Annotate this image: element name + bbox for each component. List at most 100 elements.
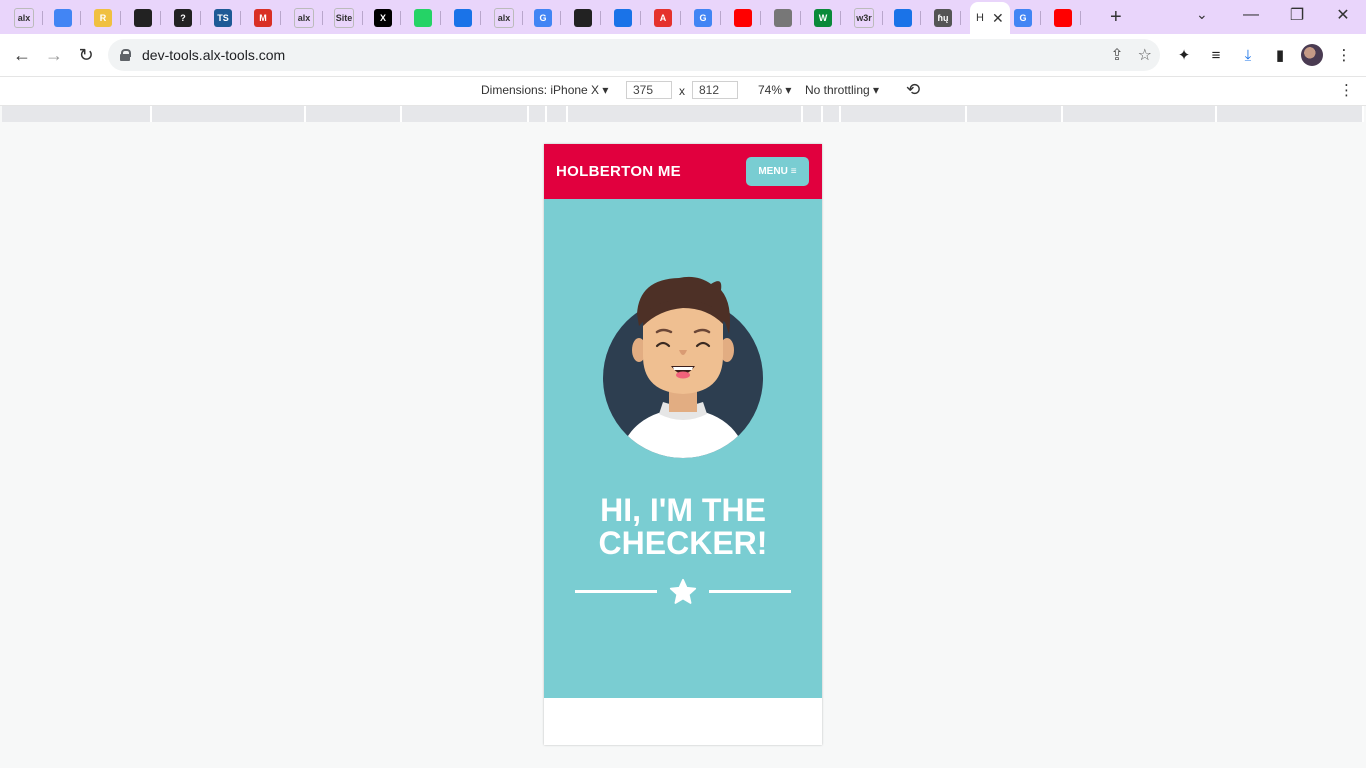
browser-tab[interactable]: W (814, 4, 841, 32)
dimensions-select[interactable]: Dimensions: iPhone X ▾ (481, 83, 608, 97)
browser-menu-icon[interactable]: ⋮ (1333, 44, 1355, 66)
browser-tab[interactable]: G (534, 4, 561, 32)
github-icon (134, 9, 152, 27)
new-tab-icon[interactable]: + (1110, 6, 1122, 29)
tab-separator (120, 11, 121, 25)
tab-separator (560, 11, 561, 25)
tab-separator (1080, 11, 1081, 25)
height-input[interactable]: 812 (692, 81, 738, 99)
minimize-icon[interactable]: — (1228, 0, 1274, 30)
media-query-segment[interactable] (152, 106, 306, 122)
dropdown-arrow-icon: ▾ (785, 83, 792, 97)
close-tab-icon[interactable]: ✕ (992, 10, 1004, 27)
browser-tab[interactable] (54, 4, 81, 32)
browser-tab[interactable]: ? (174, 4, 201, 32)
browser-tab[interactable]: TS (214, 4, 241, 32)
browser-tab[interactable] (574, 4, 601, 32)
more-options-icon[interactable]: ⋮ (1339, 81, 1354, 99)
browser-toolbar: ← → ↻ dev-tools.alx-tools.com ⇪ ☆ ✦ ≡ ⤓ … (0, 34, 1366, 76)
extensions-icon[interactable]: ✦ (1173, 44, 1195, 66)
ts-icon: TS (214, 9, 232, 27)
youtube-icon (1054, 9, 1072, 27)
media-query-segment[interactable] (402, 106, 529, 122)
tab-separator (322, 11, 323, 25)
browser-tab[interactable] (414, 4, 441, 32)
browser-tab[interactable]: G (694, 4, 721, 32)
browser-tab[interactable]: A (654, 4, 681, 32)
browser-tab[interactable] (734, 4, 761, 32)
downloads-icon[interactable]: ⤓ (1237, 44, 1259, 66)
lock-icon[interactable] (120, 49, 131, 61)
address-bar[interactable]: dev-tools.alx-tools.com ⇪ ☆ (108, 39, 1160, 71)
browser-tab[interactable] (614, 4, 641, 32)
browser-tab[interactable] (774, 4, 801, 32)
browser-tab[interactable]: Site (334, 4, 363, 32)
google-icon: G (1014, 9, 1032, 27)
window-controls: — ❐ ✕ (1228, 0, 1366, 34)
media-query-segment[interactable] (1063, 106, 1217, 122)
tab-strip: alx R? TS Malx Site Xalx G A G Ww3r ɦų H ✕ G + ⌄ — ❐ ✕ (0, 0, 1366, 34)
close-window-icon[interactable]: ✕ (1320, 0, 1366, 30)
width-input[interactable]: 375 (626, 81, 672, 99)
browser-tab[interactable]: ɦų (934, 4, 961, 32)
google-icon: G (534, 9, 552, 27)
media-query-segment[interactable] (803, 106, 823, 122)
active-tab[interactable]: H ✕ (970, 2, 1010, 34)
media-control-icon[interactable]: ≡ (1205, 44, 1227, 66)
browser-tab[interactable] (454, 4, 481, 32)
browser-tab[interactable]: R (94, 4, 121, 32)
profile-avatar[interactable] (1301, 44, 1323, 66)
tab-separator (640, 11, 641, 25)
share-icon[interactable]: ⇪ (1110, 45, 1123, 65)
reload-icon[interactable]: ↻ (73, 42, 99, 68)
media-query-segment[interactable] (967, 106, 1063, 122)
back-icon[interactable]: ← (9, 42, 35, 68)
forward-icon[interactable]: → (41, 42, 67, 68)
menu-button[interactable]: MENU ≡ (746, 157, 809, 186)
bookmark-star-icon[interactable]: ☆ (1138, 45, 1152, 65)
x-icon: X (374, 9, 392, 27)
tab-separator (522, 11, 523, 25)
side-panel-icon[interactable]: ▮ (1269, 44, 1291, 66)
browser-tab[interactable]: M (254, 4, 281, 32)
tab-separator (362, 11, 363, 25)
site-title[interactable]: HOLBERTON ME (556, 163, 681, 180)
rotate-icon[interactable]: ⟲ (906, 80, 920, 100)
browser-tab[interactable]: w3r (854, 4, 883, 32)
media-query-segment[interactable] (2, 106, 152, 122)
tab-separator (42, 11, 43, 25)
browser-tab[interactable]: G (1014, 4, 1041, 32)
media-query-segment[interactable] (841, 106, 967, 122)
media-query-segment[interactable] (547, 106, 568, 122)
media-query-segment[interactable] (823, 106, 841, 122)
browser-tab[interactable]: X (374, 4, 401, 32)
browser-tab[interactable] (134, 4, 161, 32)
acrobat-icon: A (654, 9, 672, 27)
media-query-segment[interactable] (529, 106, 547, 122)
tab-separator (480, 11, 481, 25)
youtube-icon (734, 9, 752, 27)
tab-search-icon[interactable]: ⌄ (1196, 6, 1208, 23)
star-divider (575, 577, 791, 607)
media-query-segment[interactable] (568, 106, 803, 122)
browser-tab[interactable]: alx (294, 4, 323, 32)
menu-label: MENU (758, 166, 788, 177)
device-toolbar: Dimensions: iPhone X ▾ 375 x 812 74% ▾ N… (0, 76, 1366, 106)
media-query-segment[interactable] (306, 106, 402, 122)
throttling-select[interactable]: No throttling ▾ (805, 83, 879, 97)
hero-heading-line1: HI, I'M THE (600, 492, 766, 528)
browser-tab[interactable]: alx (494, 4, 523, 32)
media-query-bar[interactable] (2, 106, 1364, 122)
alx-icon: alx (494, 8, 514, 28)
tab-separator (240, 11, 241, 25)
browser-tab[interactable]: alx (14, 4, 43, 32)
active-tab-title: H (976, 12, 984, 24)
browser-tab[interactable] (894, 4, 921, 32)
zoom-select[interactable]: 74% ▾ (758, 83, 791, 97)
site-header: HOLBERTON ME MENU ≡ (544, 144, 822, 199)
browser-tab[interactable] (1054, 4, 1081, 32)
ntu-icon: ɦų (934, 9, 952, 27)
restore-icon[interactable]: ❐ (1274, 0, 1320, 30)
url-text[interactable]: dev-tools.alx-tools.com (142, 47, 285, 63)
media-query-segment[interactable] (1217, 106, 1364, 122)
